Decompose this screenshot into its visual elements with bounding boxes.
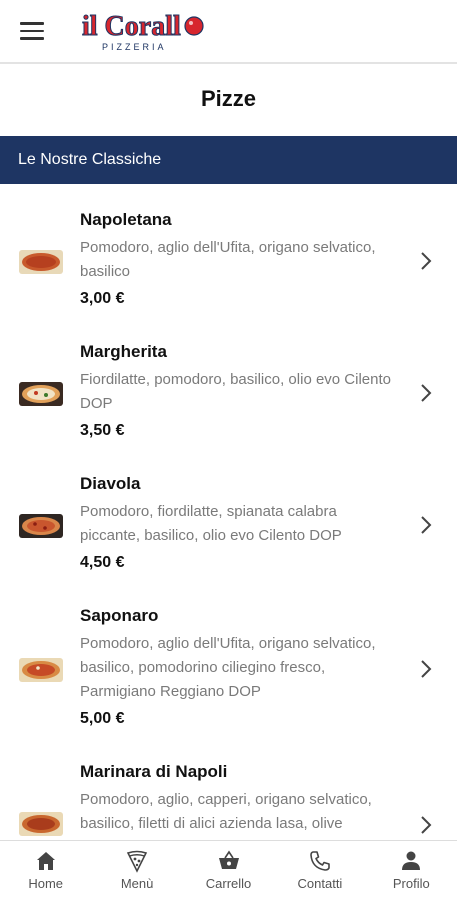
svg-text:PIZZERIA: PIZZERIA: [102, 42, 167, 52]
nav-cart[interactable]: Carrello: [183, 841, 274, 900]
item-price: 5,00 €: [80, 710, 125, 727]
nav-profile[interactable]: Profilo: [366, 841, 457, 900]
pizza-thumbnail: [19, 514, 63, 538]
item-price: 3,00 €: [80, 290, 125, 307]
page-title: Pizze: [200, 86, 257, 111]
home-icon: [36, 852, 55, 870]
chevron-right-icon: [421, 660, 432, 678]
svg-text:il Corall: il Corall: [82, 11, 181, 42]
nav-menu[interactable]: Menù: [91, 841, 182, 900]
pizza-thumbnail: [19, 250, 63, 274]
chevron-right-icon: [421, 516, 432, 534]
nav-contacts[interactable]: Contatti: [274, 841, 365, 900]
list-item[interactable]: Napoletana Pomodoro, aglio dell'Ufita, o…: [0, 210, 457, 320]
item-description: Pomodoro, fiordilatte, spianata calabra …: [80, 503, 342, 544]
list-item[interactable]: Margherita Fiordilatte, pomodoro, basili…: [0, 342, 457, 452]
chevron-right-icon: [421, 384, 432, 402]
item-description: Pomodoro, aglio dell'Ufita, origano selv…: [80, 239, 376, 280]
item-name: Diavola: [80, 474, 141, 493]
item-name: Saponaro: [80, 606, 159, 625]
item-price: 4,50 €: [80, 554, 125, 571]
section-title: Le Nostre Classiche: [18, 151, 162, 168]
item-description: Pomodoro, aglio, capperi, origano selvat…: [80, 791, 372, 832]
bottom-navigation: Home Menù Carrello Contatti Profilo: [0, 840, 457, 900]
top-app-bar: il Corall PIZZERIA: [0, 0, 457, 64]
item-name: Napoletana: [80, 210, 172, 229]
list-item[interactable]: Diavola Pomodoro, fiordilatte, spianata …: [0, 474, 457, 584]
nav-contacts-label: Contatti: [297, 876, 343, 891]
nav-profile-label: Profilo: [392, 876, 430, 891]
item-name: Marinara di Napoli: [80, 762, 228, 781]
nav-menu-label: Menù: [120, 876, 154, 891]
item-description: Fiordilatte, pomodoro, basilico, olio ev…: [80, 371, 391, 412]
nav-cart-label: Carrello: [205, 876, 252, 891]
user-icon: [402, 851, 421, 870]
nav-home[interactable]: Home: [0, 841, 91, 900]
basket-icon: [218, 850, 239, 869]
chevron-right-icon: [421, 816, 432, 834]
item-description: Pomodoro, aglio dell'Ufita, origano selv…: [80, 635, 376, 700]
list-item[interactable]: Saponaro Pomodoro, aglio dell'Ufita, ori…: [0, 606, 457, 740]
pizza-slice-icon: [126, 850, 148, 873]
item-price: 3,50 €: [80, 422, 125, 439]
menu-icon[interactable]: [20, 22, 44, 40]
nav-home-label: Home: [28, 876, 64, 891]
phone-icon: [310, 851, 330, 871]
section-header: Le Nostre Classiche: [0, 136, 457, 184]
pizza-thumbnail: [19, 658, 63, 682]
pizza-thumbnail: [19, 812, 63, 836]
item-name: Margherita: [80, 342, 167, 361]
chevron-right-icon: [421, 252, 432, 270]
list-item[interactable]: Marinara di Napoli Pomodoro, aglio, capp…: [0, 762, 457, 840]
pizza-thumbnail: [19, 382, 63, 406]
brand-logo[interactable]: il Corall PIZZERIA: [80, 5, 208, 55]
